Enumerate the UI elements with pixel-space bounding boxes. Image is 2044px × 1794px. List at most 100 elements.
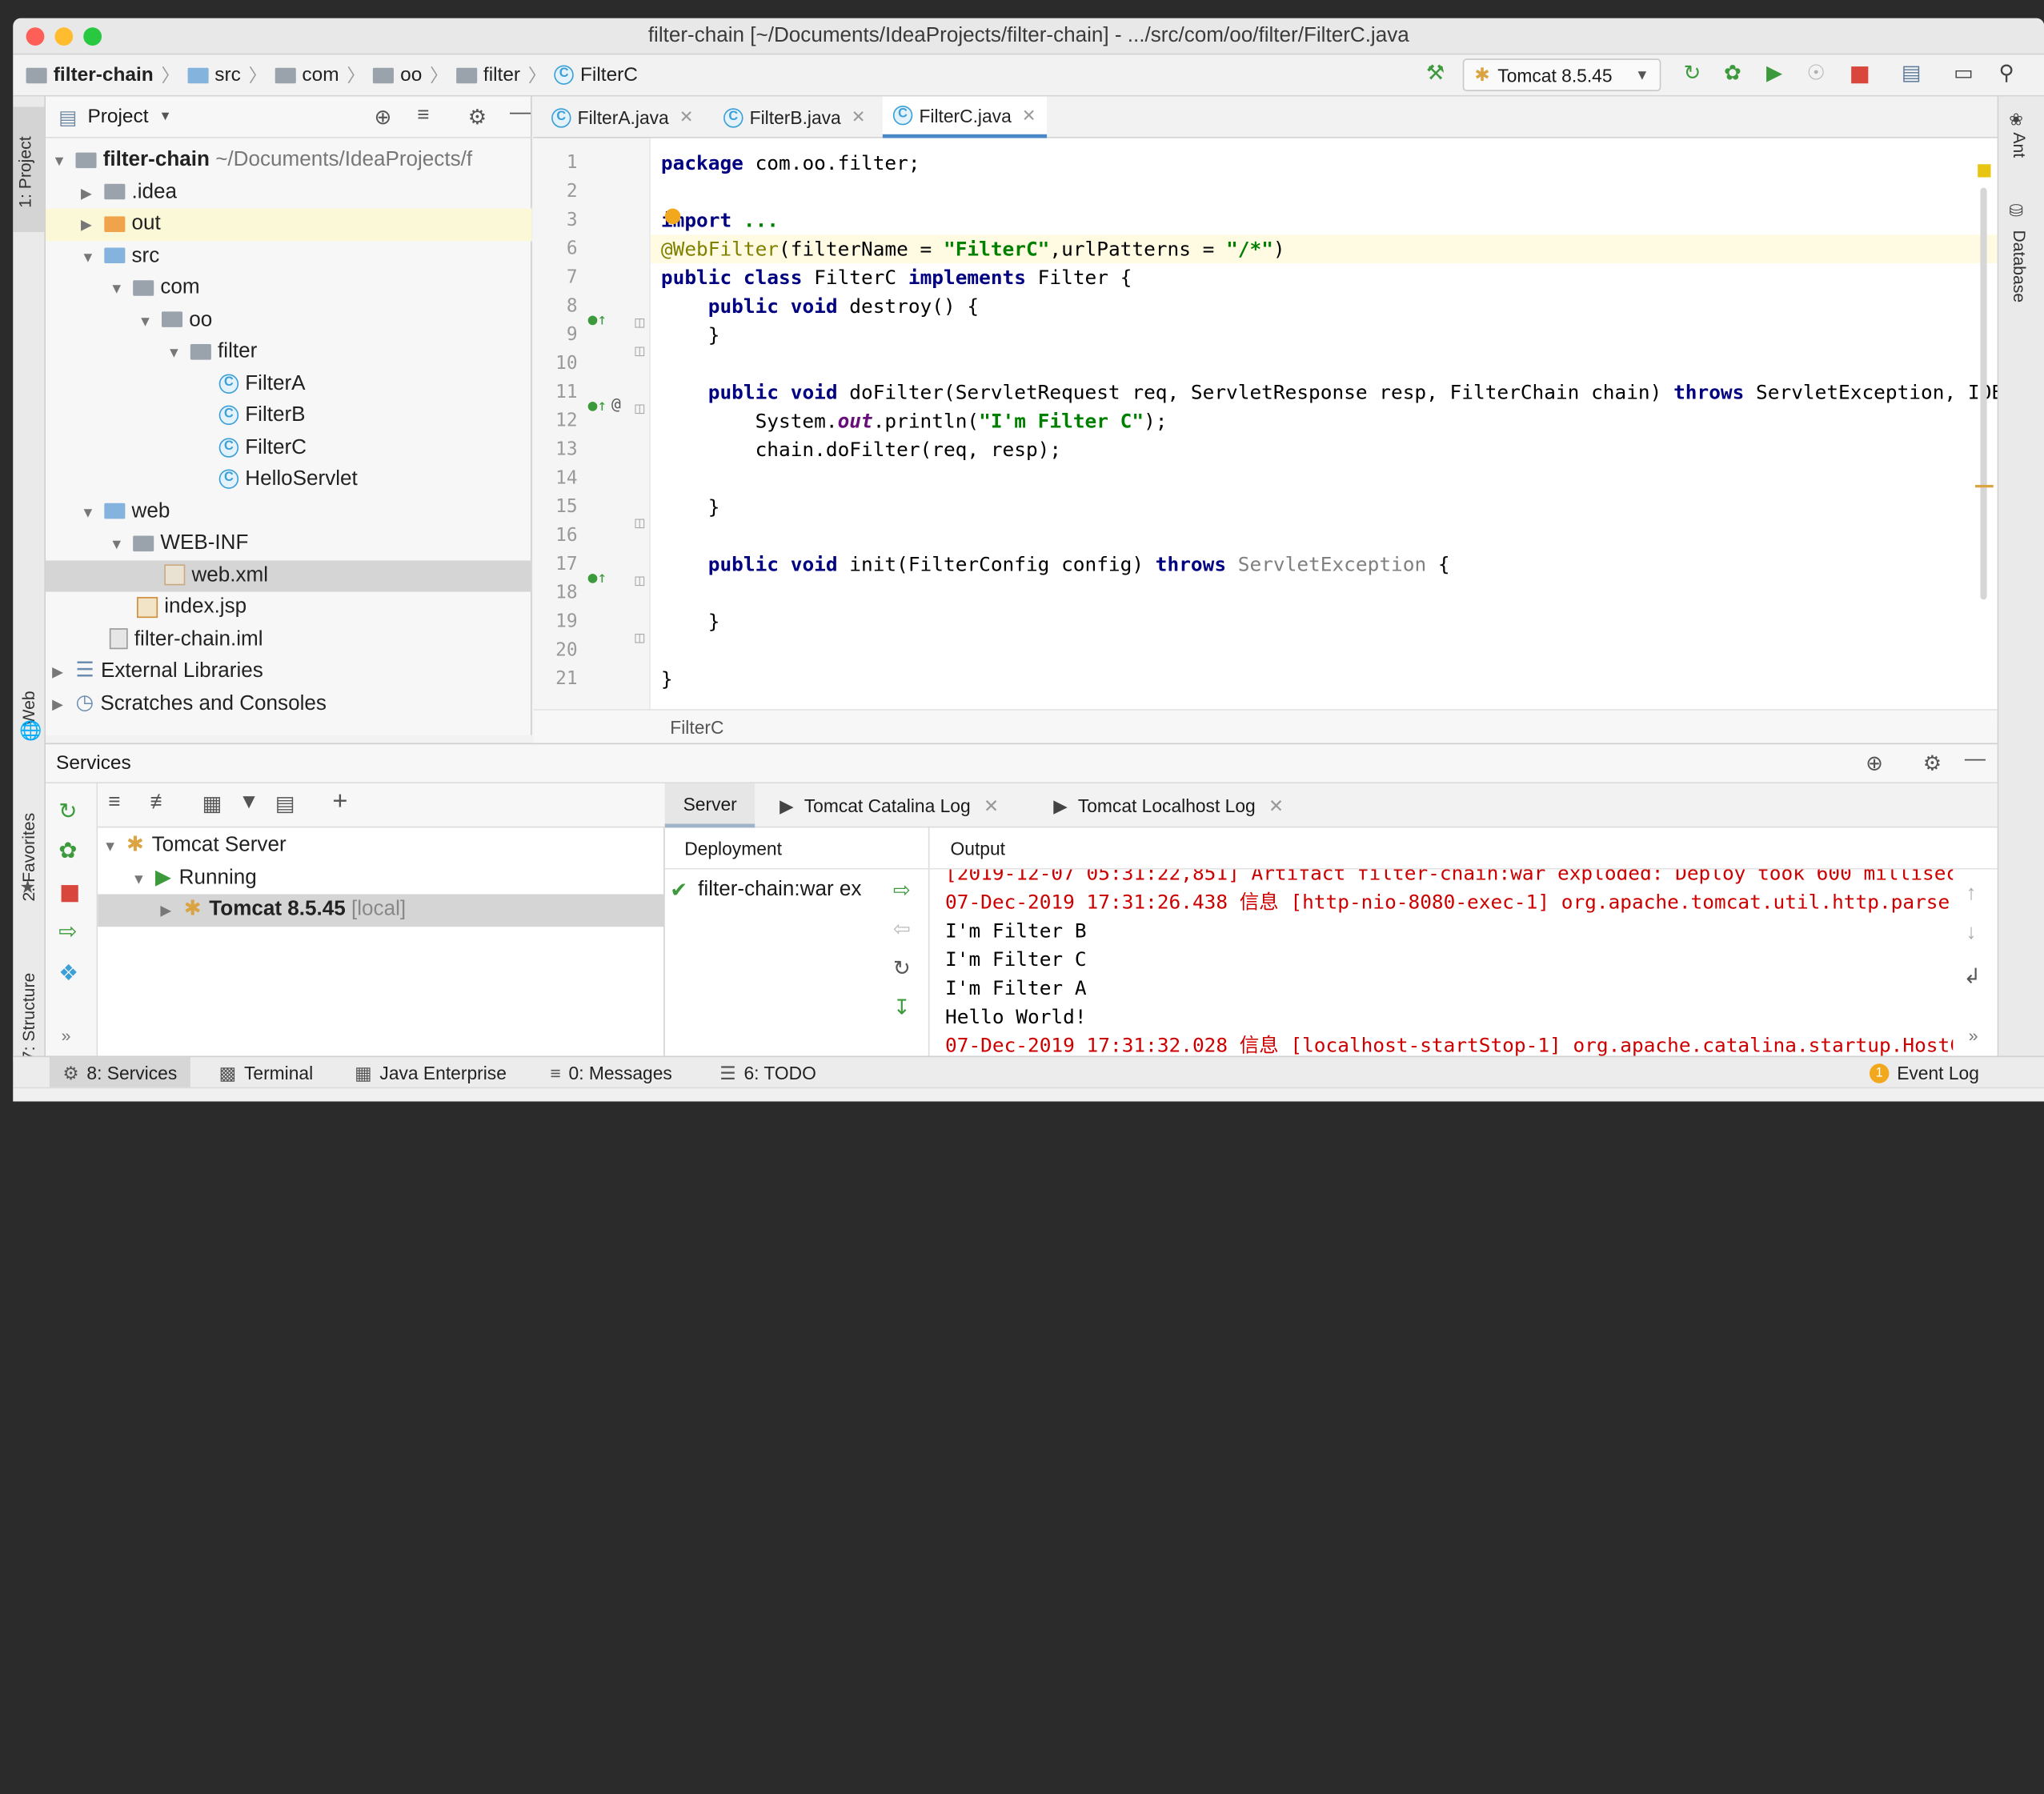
annotation-at-icon[interactable]: @: [611, 395, 621, 414]
tree-item-com[interactable]: ▼ com: [46, 272, 532, 304]
refresh-icon[interactable]: ↻: [893, 955, 911, 982]
tree-item-index-jsp[interactable]: index.jsp: [46, 592, 532, 624]
expand-all-icon[interactable]: ≡: [108, 791, 120, 815]
run-with-coverage-icon[interactable]: ▶: [1760, 60, 1789, 89]
inspection-status-icon[interactable]: [1978, 164, 1991, 178]
filter-icon[interactable]: ▼: [238, 791, 259, 815]
gear-icon[interactable]: ⚙: [1923, 751, 1942, 777]
output-console[interactable]: [2019-12-07 05:31:22,851] Artifact filte…: [929, 870, 1953, 1058]
project-view-select[interactable]: Project: [87, 106, 148, 128]
collapse-all-icon[interactable]: ≢: [150, 791, 170, 815]
warning-stripe-marker[interactable]: [1974, 484, 1994, 488]
chevron-down-icon[interactable]: ▼: [159, 110, 172, 124]
tab-filterc[interactable]: C FilterC.java ✕: [882, 96, 1047, 138]
tab-services[interactable]: ⚙ 8: Services: [49, 1057, 190, 1089]
project-structure-icon[interactable]: ▤: [1897, 60, 1926, 89]
rerun-icon[interactable]: ↻: [58, 799, 77, 826]
search-icon[interactable]: ⚲: [1992, 60, 2021, 89]
more-actions-icon[interactable]: »: [1969, 1026, 1978, 1045]
fold-icon[interactable]: ◫: [635, 313, 644, 331]
deployment-item[interactable]: ✔ filter-chain:war ex: [670, 877, 884, 903]
stop-icon[interactable]: [61, 885, 78, 903]
structure-tool-label[interactable]: 7: Structure: [19, 930, 38, 1060]
fold-icon[interactable]: ◫: [635, 342, 644, 360]
event-log-button[interactable]: 1 Event Log: [1857, 1057, 1993, 1088]
soft-wrap-icon[interactable]: ↲: [1963, 963, 1981, 990]
breadcrumb-class[interactable]: C FilterC: [554, 64, 638, 86]
tab-java-enterprise[interactable]: ▦ Java Enterprise: [342, 1057, 519, 1088]
breadcrumb-class-label[interactable]: FilterC: [670, 716, 723, 737]
implements-method-icon[interactable]: ●↑: [588, 310, 607, 329]
update-app-icon[interactable]: ↧: [893, 995, 911, 1021]
tree-item-filter[interactable]: ▼ filter: [46, 336, 532, 368]
breadcrumb-filter[interactable]: filter 〉: [455, 62, 547, 88]
hide-panel-icon[interactable]: —: [510, 102, 531, 125]
stop-icon[interactable]: [1851, 66, 1869, 84]
tree-item-idea[interactable]: ▶ .idea: [46, 177, 532, 209]
gear-icon[interactable]: ⚙: [468, 104, 487, 130]
collapse-all-icon[interactable]: ≡: [417, 104, 429, 127]
tree-item-iml[interactable]: filter-chain.iml: [46, 623, 532, 655]
tree-item-src[interactable]: ▼ src: [46, 241, 532, 273]
tab-filterb[interactable]: C FilterB.java ✕: [713, 97, 876, 138]
fold-icon[interactable]: ◫: [635, 628, 644, 647]
artifacts-icon[interactable]: ❖: [58, 961, 78, 987]
hide-panel-icon[interactable]: —: [1965, 748, 1986, 771]
tree-item-external-libraries[interactable]: ▶ ☰ External Libraries: [46, 655, 532, 687]
ant-tool-label[interactable]: Ant: [2010, 132, 2029, 184]
close-icon[interactable]: ✕: [852, 107, 866, 128]
code-editor[interactable]: package com.oo.filter; import ... @WebFi…: [650, 138, 1998, 723]
service-item-tomcat-instance[interactable]: ▶ ✱ Tomcat 8.5.45 [local]: [98, 894, 665, 927]
fold-icon[interactable]: ◫: [635, 571, 644, 590]
tab-messages[interactable]: ≡ 0: Messages: [537, 1057, 685, 1088]
fold-icon[interactable]: ◫: [635, 398, 644, 417]
more-actions-icon[interactable]: »: [62, 1026, 71, 1045]
deploy-icon[interactable]: ⇨: [58, 919, 77, 945]
breadcrumb-com[interactable]: com 〉: [275, 62, 365, 88]
breadcrumb-src[interactable]: src 〉: [187, 62, 267, 88]
tree-item-helloservlet[interactable]: C HelloServlet: [46, 464, 532, 496]
database-tool-label[interactable]: Database: [2010, 230, 2029, 334]
breadcrumb-project[interactable]: filter-chain 〉: [26, 62, 179, 88]
tree-item-oo[interactable]: ▼ oo: [46, 304, 532, 336]
tab-catalina-log[interactable]: ▶ Tomcat Catalina Log ✕: [761, 783, 1017, 827]
deploy-icon[interactable]: ⇨: [893, 877, 911, 903]
debug-bug-icon[interactable]: ✿: [1718, 60, 1747, 89]
new-tab-icon[interactable]: ▤: [275, 791, 295, 818]
tree-item-scratches[interactable]: ▶ ◷ Scratches and Consoles: [46, 687, 532, 719]
tree-item-filtera[interactable]: C FilterA: [46, 368, 532, 400]
implements-method-icon[interactable]: ●↑: [588, 396, 607, 414]
scroll-down-icon[interactable]: ↓: [1966, 922, 1977, 945]
rerun-icon[interactable]: ↻: [1678, 60, 1707, 89]
add-service-icon[interactable]: +: [332, 787, 347, 817]
debug-bug-icon[interactable]: ✿: [58, 838, 77, 864]
terminal-window-icon[interactable]: ▭: [1949, 60, 1978, 89]
tree-item-filterc[interactable]: C FilterC: [46, 432, 532, 464]
tab-filtera[interactable]: C FilterA.java ✕: [541, 97, 704, 138]
tab-server[interactable]: Server: [664, 783, 755, 828]
tree-item-filter-chain[interactable]: ▼ filter-chain ~/Documents/IdeaProjects/f: [46, 145, 532, 177]
build-hammer-icon[interactable]: ⚒: [1421, 60, 1450, 89]
tree-item-web-xml[interactable]: web.xml: [46, 559, 532, 592]
close-icon[interactable]: ✕: [1268, 795, 1284, 817]
locate-crosshair-icon[interactable]: ⊕: [1866, 751, 1883, 777]
undeploy-icon[interactable]: ⇦: [893, 916, 911, 943]
tree-item-out[interactable]: ▶ out: [46, 208, 532, 241]
service-item-tomcat-server[interactable]: ▼ ✱ Tomcat Server: [98, 831, 665, 863]
tree-item-filterb[interactable]: C FilterB: [46, 400, 532, 432]
editor-scrollbar[interactable]: [1980, 187, 1987, 600]
close-icon[interactable]: ✕: [679, 107, 694, 128]
close-icon[interactable]: ✕: [984, 795, 999, 817]
tab-todo[interactable]: ☰ 6: TODO: [707, 1057, 829, 1088]
locate-crosshair-icon[interactable]: ⊕: [375, 104, 392, 130]
service-item-running[interactable]: ▼ ▶ Running: [98, 863, 665, 895]
scroll-up-icon[interactable]: ↑: [1966, 883, 1977, 906]
web-tool-label[interactable]: Web: [19, 673, 38, 725]
tab-terminal[interactable]: ▩ Terminal: [206, 1057, 326, 1088]
profile-icon[interactable]: ☉: [1802, 60, 1830, 89]
breadcrumb-oo[interactable]: oo 〉: [372, 62, 448, 88]
group-by-icon[interactable]: ▦: [202, 791, 222, 818]
tree-item-web-inf[interactable]: ▼ WEB-INF: [46, 528, 532, 560]
close-icon[interactable]: ✕: [1022, 105, 1036, 126]
tab-localhost-log[interactable]: ▶ Tomcat Localhost Log ✕: [1035, 783, 1301, 827]
